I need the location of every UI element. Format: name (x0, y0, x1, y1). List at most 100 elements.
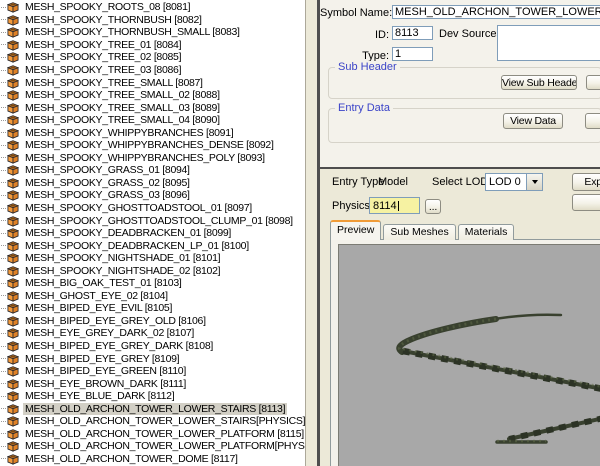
mesh-box-icon (7, 51, 19, 63)
tree-connector (1, 32, 6, 33)
tree-item-label: MESH_SPOOKY_WHIPPYBRANCHES_POLY [8093] (23, 152, 267, 164)
tree-item-label: MESH_SPOOKY_ROOTS_08 [8081] (23, 1, 192, 13)
tree-item[interactable]: MESH_BIPED_EYE_EVIL [8105] (0, 302, 305, 315)
tree-item[interactable]: MESH_SPOOKY_GRASS_01 [8094] (0, 164, 305, 177)
mesh-box-icon (7, 265, 19, 277)
preview-viewport[interactable] (338, 244, 600, 466)
tab-preview[interactable]: Preview (330, 220, 381, 240)
tree-item-label: MESH_SPOOKY_TREE_01 [8084] (23, 39, 183, 51)
tree-item[interactable]: MESH_SPOOKY_TREE_SMALL_04 [8090] (0, 114, 305, 127)
tree-item[interactable]: MESH_SPOOKY_WHIPPYBRANCHES_DENSE [8092] (0, 139, 305, 152)
tree-item[interactable]: MESH_SPOOKY_DEADBRACKEN_01 [8099] (0, 227, 305, 240)
tree-item[interactable]: MESH_SPOOKY_GRASS_02 [8095] (0, 177, 305, 190)
tree-item[interactable]: MESH_OLD_ARCHON_TOWER_LOWER_STAIRS[PHYSI… (0, 415, 305, 428)
tree-item-label: MESH_BIPED_EYE_GREY_DARK [8108] (23, 340, 215, 352)
tree-item-label: MESH_SPOOKY_NIGHTSHADE_02 [8102] (23, 265, 222, 277)
tree-item[interactable]: MESH_SPOOKY_THORNBUSH [8082] (0, 14, 305, 27)
symbol-name-input[interactable] (392, 5, 600, 19)
tree-connector (1, 446, 6, 447)
tree-item[interactable]: MESH_BIPED_EYE_GREY_DARK [8108] (0, 340, 305, 353)
tree-item-label: MESH_BIPED_EYE_GREEN [8110] (23, 365, 188, 377)
tab-sub-meshes[interactable]: Sub Meshes (383, 224, 455, 240)
tree-item[interactable]: MESH_SPOOKY_WHIPPYBRANCHES_POLY [8093] (0, 152, 305, 165)
tree-item[interactable]: MESH_SPOOKY_TREE_01 [8084] (0, 39, 305, 52)
tree-item-label: MESH_SPOOKY_TREE_SMALL_04 [8090] (23, 114, 222, 126)
tree-item-label: MESH_SPOOKY_GHOSTTOADSTOOL_CLUMP_01 [809… (23, 215, 295, 227)
id-input[interactable] (392, 26, 433, 40)
tree-item[interactable]: MESH_SPOOKY_NIGHTSHADE_01 [8101] (0, 252, 305, 265)
tree-item[interactable]: MESH_SPOOKY_TREE_03 [8086] (0, 64, 305, 77)
tree-item[interactable]: MESH_OLD_ARCHON_TOWER_DOME [8117] (0, 453, 305, 466)
tree-item-label: MESH_OLD_ARCHON_TOWER_LOWER_STAIRS[PHYSI… (23, 415, 306, 427)
mesh-box-icon (7, 215, 19, 227)
tree-connector (1, 170, 6, 171)
tab-materials[interactable]: Materials (458, 224, 515, 240)
tree-item-label: MESH_GHOST_EYE_02 [8104] (23, 290, 170, 302)
tree-item[interactable]: MESH_OLD_ARCHON_TOWER_LOWER_PLATFORM [81… (0, 428, 305, 441)
dev-sources-field[interactable] (497, 25, 600, 61)
tree-item[interactable]: MESH_EYE_BROWN_DARK [8111] (0, 377, 305, 390)
select-lod-label: Select LOD: (432, 176, 491, 188)
tree-item[interactable]: MESH_OLD_ARCHON_TOWER_LOWER_PLATFORM[PHY… (0, 440, 305, 453)
tree-connector (1, 82, 6, 83)
truncated-button-mid[interactable] (585, 113, 600, 129)
tree-item-label: MESH_SPOOKY_GRASS_02 [8095] (23, 177, 192, 189)
tree-connector (1, 70, 6, 71)
tree-item[interactable]: MESH_BIPED_EYE_GREY_OLD [8106] (0, 315, 305, 328)
tree-item-label: MESH_BIPED_EYE_GREY [8109] (23, 353, 181, 365)
export-button[interactable]: Export (572, 173, 600, 191)
tree-item-label: MESH_SPOOKY_NIGHTSHADE_01 [8101] (23, 252, 222, 264)
tree-item[interactable]: MESH_SPOOKY_WHIPPYBRANCHES [8091] (0, 126, 305, 139)
view-sub-header-button[interactable]: View Sub Header (501, 75, 577, 90)
mesh-box-icon (7, 403, 19, 415)
tree-item[interactable]: MESH_EYE_GREY_DARK_02 [8107] (0, 327, 305, 340)
tree-item[interactable]: MESH_EYE_BLUE_DARK [8112] (0, 390, 305, 403)
tree-item[interactable]: MESH_BIG_OAK_TEST_01 [8103] (0, 277, 305, 290)
mesh-box-icon (7, 164, 19, 176)
tree-connector (1, 421, 6, 422)
tree-connector (1, 157, 6, 158)
lod-select[interactable]: LOD 0 (485, 173, 543, 191)
tree-item-label: MESH_SPOOKY_GRASS_03 [8096] (23, 189, 192, 201)
tree-item-label: MESH_SPOOKY_DEADBRACKEN_LP_01 [8100] (23, 240, 251, 252)
tree-item[interactable]: MESH_SPOOKY_THORNBUSH_SMALL [8083] (0, 26, 305, 39)
tree-item-label: MESH_BIG_OAK_TEST_01 [8103] (23, 277, 184, 289)
mesh-box-icon (7, 252, 19, 264)
dev-sources-label: Dev Sources: (439, 28, 505, 40)
tree-item-label: MESH_OLD_ARCHON_TOWER_DOME [8117] (23, 453, 240, 465)
tree-item[interactable]: MESH_GHOST_EYE_02 [8104] (0, 290, 305, 303)
tree-item[interactable]: MESH_SPOOKY_DEADBRACKEN_LP_01 [8100] (0, 239, 305, 252)
tree-item[interactable]: MESH_BIPED_EYE_GREY [8109] (0, 352, 305, 365)
tree-item[interactable]: MESH_OLD_ARCHON_TOWER_LOWER_STAIRS [8113… (0, 403, 305, 416)
tree-item[interactable]: MESH_SPOOKY_NIGHTSHADE_02 [8102] (0, 264, 305, 277)
id-label: ID: (350, 29, 389, 41)
mesh-box-icon (7, 428, 19, 440)
tree-item[interactable]: MESH_SPOOKY_TREE_SMALL_02 [8088] (0, 89, 305, 102)
tree-item[interactable]: MESH_SPOOKY_GHOSTTOADSTOOL_01 [8097] (0, 202, 305, 215)
tree-item[interactable]: MESH_SPOOKY_TREE_SMALL_03 [8089] (0, 101, 305, 114)
view-data-button[interactable]: View Data (503, 113, 563, 129)
mesh-box-icon (7, 302, 19, 314)
tree-item[interactable]: MESH_SPOOKY_TREE_SMALL [8087] (0, 76, 305, 89)
physics-input[interactable]: 8114 (369, 197, 420, 214)
tree-item[interactable]: MESH_SPOOKY_GRASS_03 [8096] (0, 189, 305, 202)
tree-item[interactable]: MESH_BIPED_EYE_GREEN [8110] (0, 365, 305, 378)
text-caret (398, 201, 399, 211)
mesh-box-icon (7, 365, 19, 377)
chevron-down-icon[interactable] (526, 174, 542, 190)
tree-item[interactable]: MESH_SPOOKY_ROOTS_08 [8081] (0, 1, 305, 14)
tree-connector (1, 132, 6, 133)
tree-connector (1, 333, 6, 334)
entry-type-value: Model (378, 176, 408, 188)
type-input[interactable] (392, 47, 433, 61)
tree-item[interactable]: MESH_SPOOKY_GHOSTTOADSTOOL_CLUMP_01 [809… (0, 214, 305, 227)
mesh-box-icon (7, 202, 19, 214)
mesh-box-icon (7, 327, 19, 339)
truncated-button-top[interactable] (586, 75, 600, 90)
tree-item-label: MESH_SPOOKY_GHOSTTOADSTOOL_01 [8097] (23, 202, 254, 214)
tree-item[interactable]: MESH_SPOOKY_TREE_02 [8085] (0, 51, 305, 64)
tree-connector (1, 383, 6, 384)
physics-browse-button[interactable]: ... (425, 199, 441, 214)
truncated-button-bottom[interactable] (572, 194, 600, 211)
tree-connector (1, 433, 6, 434)
